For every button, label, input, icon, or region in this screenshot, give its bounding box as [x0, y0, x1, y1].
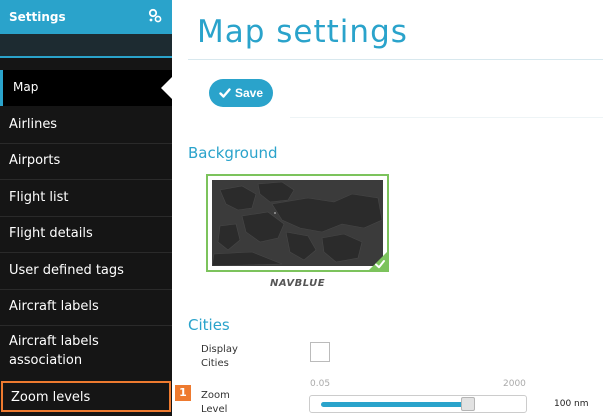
slider-fill: [321, 402, 468, 407]
sidebar-item-flight-list[interactable]: Flight list: [0, 180, 172, 216]
slider-handle[interactable]: [460, 397, 475, 411]
page-title: Map settings: [197, 14, 408, 50]
zoom-level-label: Zoom Level: [201, 390, 230, 415]
checkmark-icon: [219, 88, 231, 98]
save-button[interactable]: Save: [209, 79, 273, 107]
sidebar-title: Settings: [9, 10, 66, 24]
sidebar-item-map[interactable]: Map: [0, 70, 172, 106]
zoom-level-slider[interactable]: [309, 395, 527, 413]
sidebar-item-flight-details[interactable]: Flight details: [0, 216, 172, 252]
sidebar-item-label: Zoom levels: [11, 390, 91, 405]
sidebar-item-airports[interactable]: Airports: [0, 143, 172, 179]
sidebar-item-label: Aircraft labels association: [9, 334, 99, 368]
sidebar-item-aircraft-labels-association[interactable]: Aircraft labels association: [0, 325, 172, 375]
display-cities-label: Display Cities: [201, 344, 238, 369]
title-divider: [188, 59, 603, 60]
cities-section-heading: Cities: [188, 316, 230, 334]
background-section-heading: Background: [188, 144, 278, 162]
gear-cluster-icon[interactable]: [147, 8, 163, 24]
sidebar-header: Settings: [0, 0, 172, 34]
slider-min-label: 0.05: [310, 379, 331, 389]
sidebar-item-user-defined-tags[interactable]: User defined tags: [0, 253, 172, 289]
sidebar-item-aircraft-labels[interactable]: Aircraft labels: [0, 289, 172, 325]
sidebar-divider: [0, 56, 172, 58]
toolbar-divider: [290, 117, 603, 118]
sidebar-item-zoom-levels[interactable]: Zoom levels: [1, 381, 171, 412]
save-button-label: Save: [235, 86, 264, 100]
background-option-navblue[interactable]: [206, 174, 389, 272]
sidebar-item-label: User defined tags: [9, 263, 124, 278]
sidebar-item-label: Airlines: [9, 117, 58, 132]
sidebar-item-label: Airports: [9, 153, 61, 168]
map-thumbnail: [212, 180, 383, 266]
background-option-caption: NAVBLUE: [269, 278, 326, 289]
sidebar-item-label: Flight list: [9, 190, 69, 205]
sidebar-item-airlines[interactable]: Airlines: [0, 107, 172, 143]
sidebar-item-label: Aircraft labels: [9, 299, 99, 314]
sidebar-item-label: Map: [13, 80, 39, 94]
sidebar-item-label: Flight details: [9, 226, 93, 241]
zoom-level-value: 100 nm: [554, 399, 589, 409]
display-cities-checkbox[interactable]: [310, 342, 330, 362]
checkmark-icon: [375, 260, 385, 269]
sidebar: Settings Map Airlines Airports Flight li…: [0, 0, 172, 416]
step-callout-badge: 1: [175, 385, 191, 401]
slider-max-label: 2000: [503, 379, 526, 389]
sidebar-subheader: [0, 34, 172, 58]
